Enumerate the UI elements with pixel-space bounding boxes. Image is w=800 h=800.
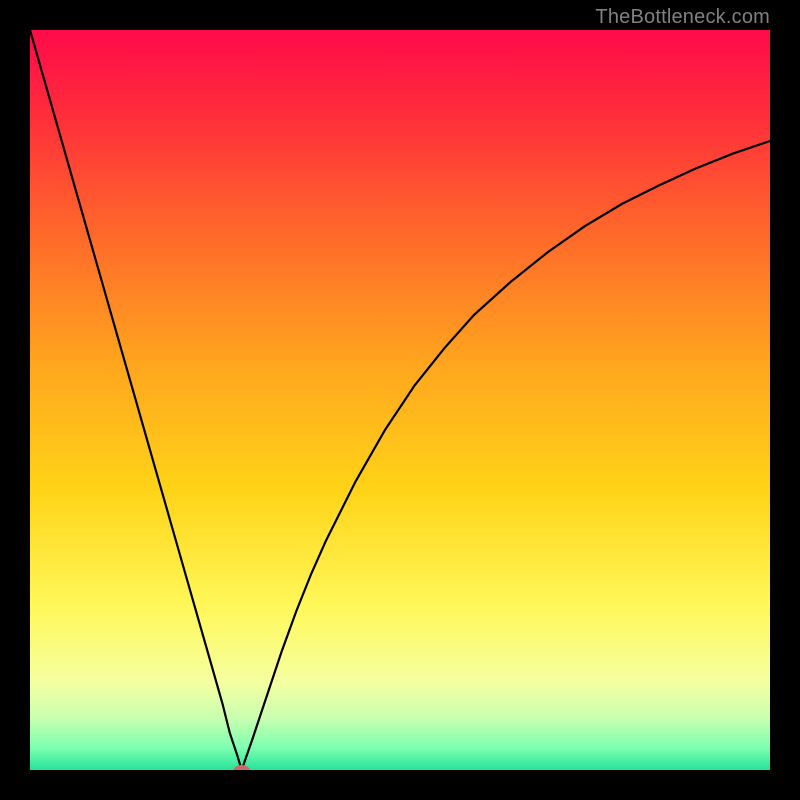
chart-svg <box>30 30 770 770</box>
gradient-background <box>30 30 770 770</box>
chart-frame: TheBottleneck.com <box>0 0 800 800</box>
watermark-text: TheBottleneck.com <box>595 6 770 29</box>
plot-area <box>30 30 770 770</box>
